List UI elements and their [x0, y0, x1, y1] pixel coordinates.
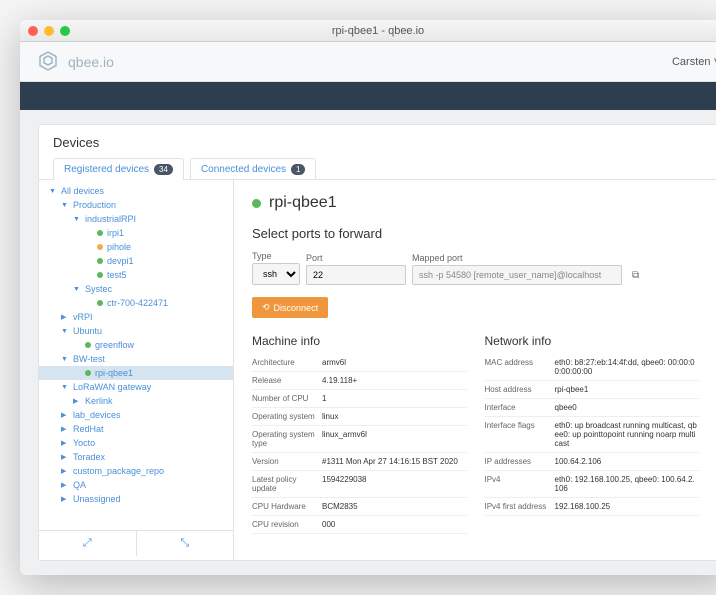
tree-node-toradex[interactable]: ▶Toradex — [39, 450, 233, 464]
panel-title: Devices — [39, 125, 716, 150]
tree-node-lab-devices[interactable]: ▶lab_devices — [39, 408, 233, 422]
tree-node-pihole[interactable]: pihole — [39, 240, 233, 254]
tree-node-kerlink[interactable]: ▶Kerlink — [39, 394, 233, 408]
tree-node-devpi1[interactable]: devpi1 — [39, 254, 233, 268]
network-row: IPv4 first address192.168.100.25 — [485, 498, 700, 516]
machine-row: Release4.19.118+ — [252, 372, 467, 390]
user-menu[interactable]: Carsten ˅ — [672, 56, 716, 68]
port-type-label: Type — [252, 251, 300, 261]
port-input[interactable] — [306, 265, 406, 285]
tree-node-production[interactable]: ▼Production — [39, 198, 233, 212]
device-detail: rpi-qbee1 Select ports to forward Type s… — [234, 180, 716, 560]
tree-node-ctr-700-422471[interactable]: ctr-700-422471 — [39, 296, 233, 310]
network-row: Host addressrpi-qbee1 — [485, 381, 700, 399]
machine-row: Version#1311 Mon Apr 27 14:16:15 BST 202… — [252, 453, 467, 471]
tree-node-systec[interactable]: ▼Systec — [39, 282, 233, 296]
tree-node-ubuntu[interactable]: ▼Ubuntu — [39, 324, 233, 338]
refresh-icon: ⟲ — [262, 302, 270, 313]
copy-icon[interactable]: ⧉ — [628, 266, 643, 285]
devices-panel: Devices Registered devices34 Connected de… — [38, 124, 716, 561]
disconnect-button[interactable]: ⟲ Disconnect — [252, 297, 328, 318]
content-area: Devices Registered devices34 Connected de… — [20, 110, 716, 575]
tree-node-custom-package-repo[interactable]: ▶custom_package_repo — [39, 464, 233, 478]
tree-node-redhat[interactable]: ▶RedHat — [39, 422, 233, 436]
app-window: rpi-qbee1 - qbee.io qbee.io Carsten ˅ De… — [20, 20, 716, 575]
maximize-window-icon[interactable] — [60, 26, 70, 36]
port-type-select[interactable]: ssh — [252, 263, 300, 285]
network-info-heading: Network info — [485, 334, 700, 348]
brand-text: qbee.io — [68, 54, 114, 70]
network-row: IPv4eth0: 192.168.100.25, qbee0: 100.64.… — [485, 471, 700, 498]
tab-registered-devices[interactable]: Registered devices34 — [53, 158, 184, 180]
tree-node-irpi1[interactable]: irpi1 — [39, 226, 233, 240]
tree-node-rpi-qbee1[interactable]: rpi-qbee1 — [39, 366, 233, 380]
collapse-tree-button[interactable]: ⤢ — [39, 531, 137, 556]
machine-info-heading: Machine info — [252, 334, 467, 348]
port-label: Port — [306, 253, 406, 263]
machine-row: Number of CPU1 — [252, 390, 467, 408]
mac-titlebar: rpi-qbee1 - qbee.io — [20, 20, 716, 42]
network-row: Interfaceqbee0 — [485, 399, 700, 417]
machine-row: CPU revision000 — [252, 516, 467, 534]
nav-strip — [20, 82, 716, 110]
tree-node-qa[interactable]: ▶QA — [39, 478, 233, 492]
device-name: rpi-qbee1 — [269, 194, 337, 212]
machine-row: CPU HardwareBCM2835 — [252, 498, 467, 516]
brand[interactable]: qbee.io — [36, 50, 114, 74]
device-tree: ▼All devices▼Production▼industrialRPIirp… — [39, 180, 234, 560]
close-window-icon[interactable] — [28, 26, 38, 36]
tree-node-yocto[interactable]: ▶Yocto — [39, 436, 233, 450]
window-title: rpi-qbee1 - qbee.io — [332, 25, 424, 37]
tree-node-industrialrpi[interactable]: ▼industrialRPI — [39, 212, 233, 226]
tree-node-vrpi[interactable]: ▶vRPI — [39, 310, 233, 324]
machine-row: Operating system typelinux_armv6l — [252, 426, 467, 453]
network-row: IP addresses100.64.2.106 — [485, 453, 700, 471]
machine-row: Operating systemlinux — [252, 408, 467, 426]
mapped-port-label: Mapped port — [412, 253, 622, 263]
top-bar: qbee.io Carsten ˅ — [20, 42, 716, 82]
tree-node-unassigned[interactable]: ▶Unassigned — [39, 492, 233, 506]
tree-node-lorawan-gateway[interactable]: ▼LoRaWAN gateway — [39, 380, 233, 394]
status-dot-icon — [252, 199, 261, 208]
network-row: Interface flagseth0: up broadcast runnin… — [485, 417, 700, 453]
ports-heading: Select ports to forward — [252, 226, 699, 241]
tree-node-all-devices[interactable]: ▼All devices — [39, 184, 233, 198]
logo-icon — [36, 50, 60, 74]
machine-row: Latest policy update1594229038 — [252, 471, 467, 498]
mapped-port-input[interactable] — [412, 265, 622, 285]
tree-node-greenflow[interactable]: greenflow — [39, 338, 233, 352]
tree-node-test5[interactable]: test5 — [39, 268, 233, 282]
device-tabs: Registered devices34 Connected devices1 — [39, 150, 716, 180]
minimize-window-icon[interactable] — [44, 26, 54, 36]
machine-row: Architecturearmv6l — [252, 354, 467, 372]
tree-node-bw-test[interactable]: ▼BW-test — [39, 352, 233, 366]
network-row: MAC addresseth0: b8:27:eb:14:4f:dd, qbee… — [485, 354, 700, 381]
tab-connected-devices[interactable]: Connected devices1 — [190, 158, 317, 180]
expand-tree-button[interactable]: ⤡ — [137, 531, 234, 556]
